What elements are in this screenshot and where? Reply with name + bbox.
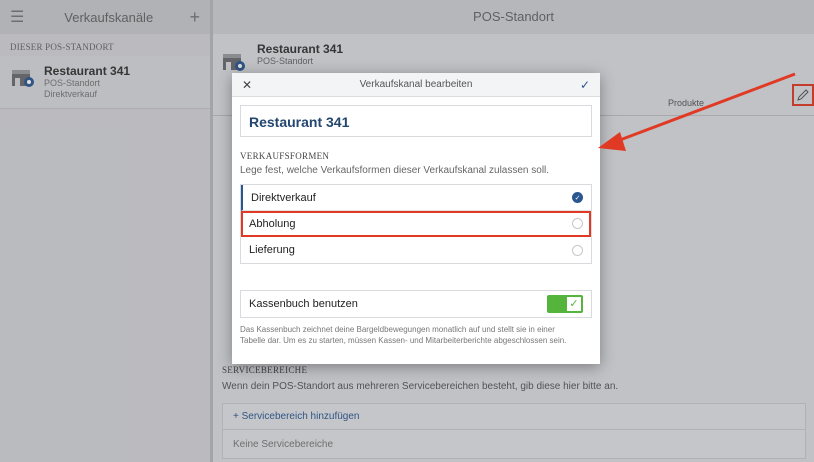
annotation-arrow: [598, 72, 796, 151]
